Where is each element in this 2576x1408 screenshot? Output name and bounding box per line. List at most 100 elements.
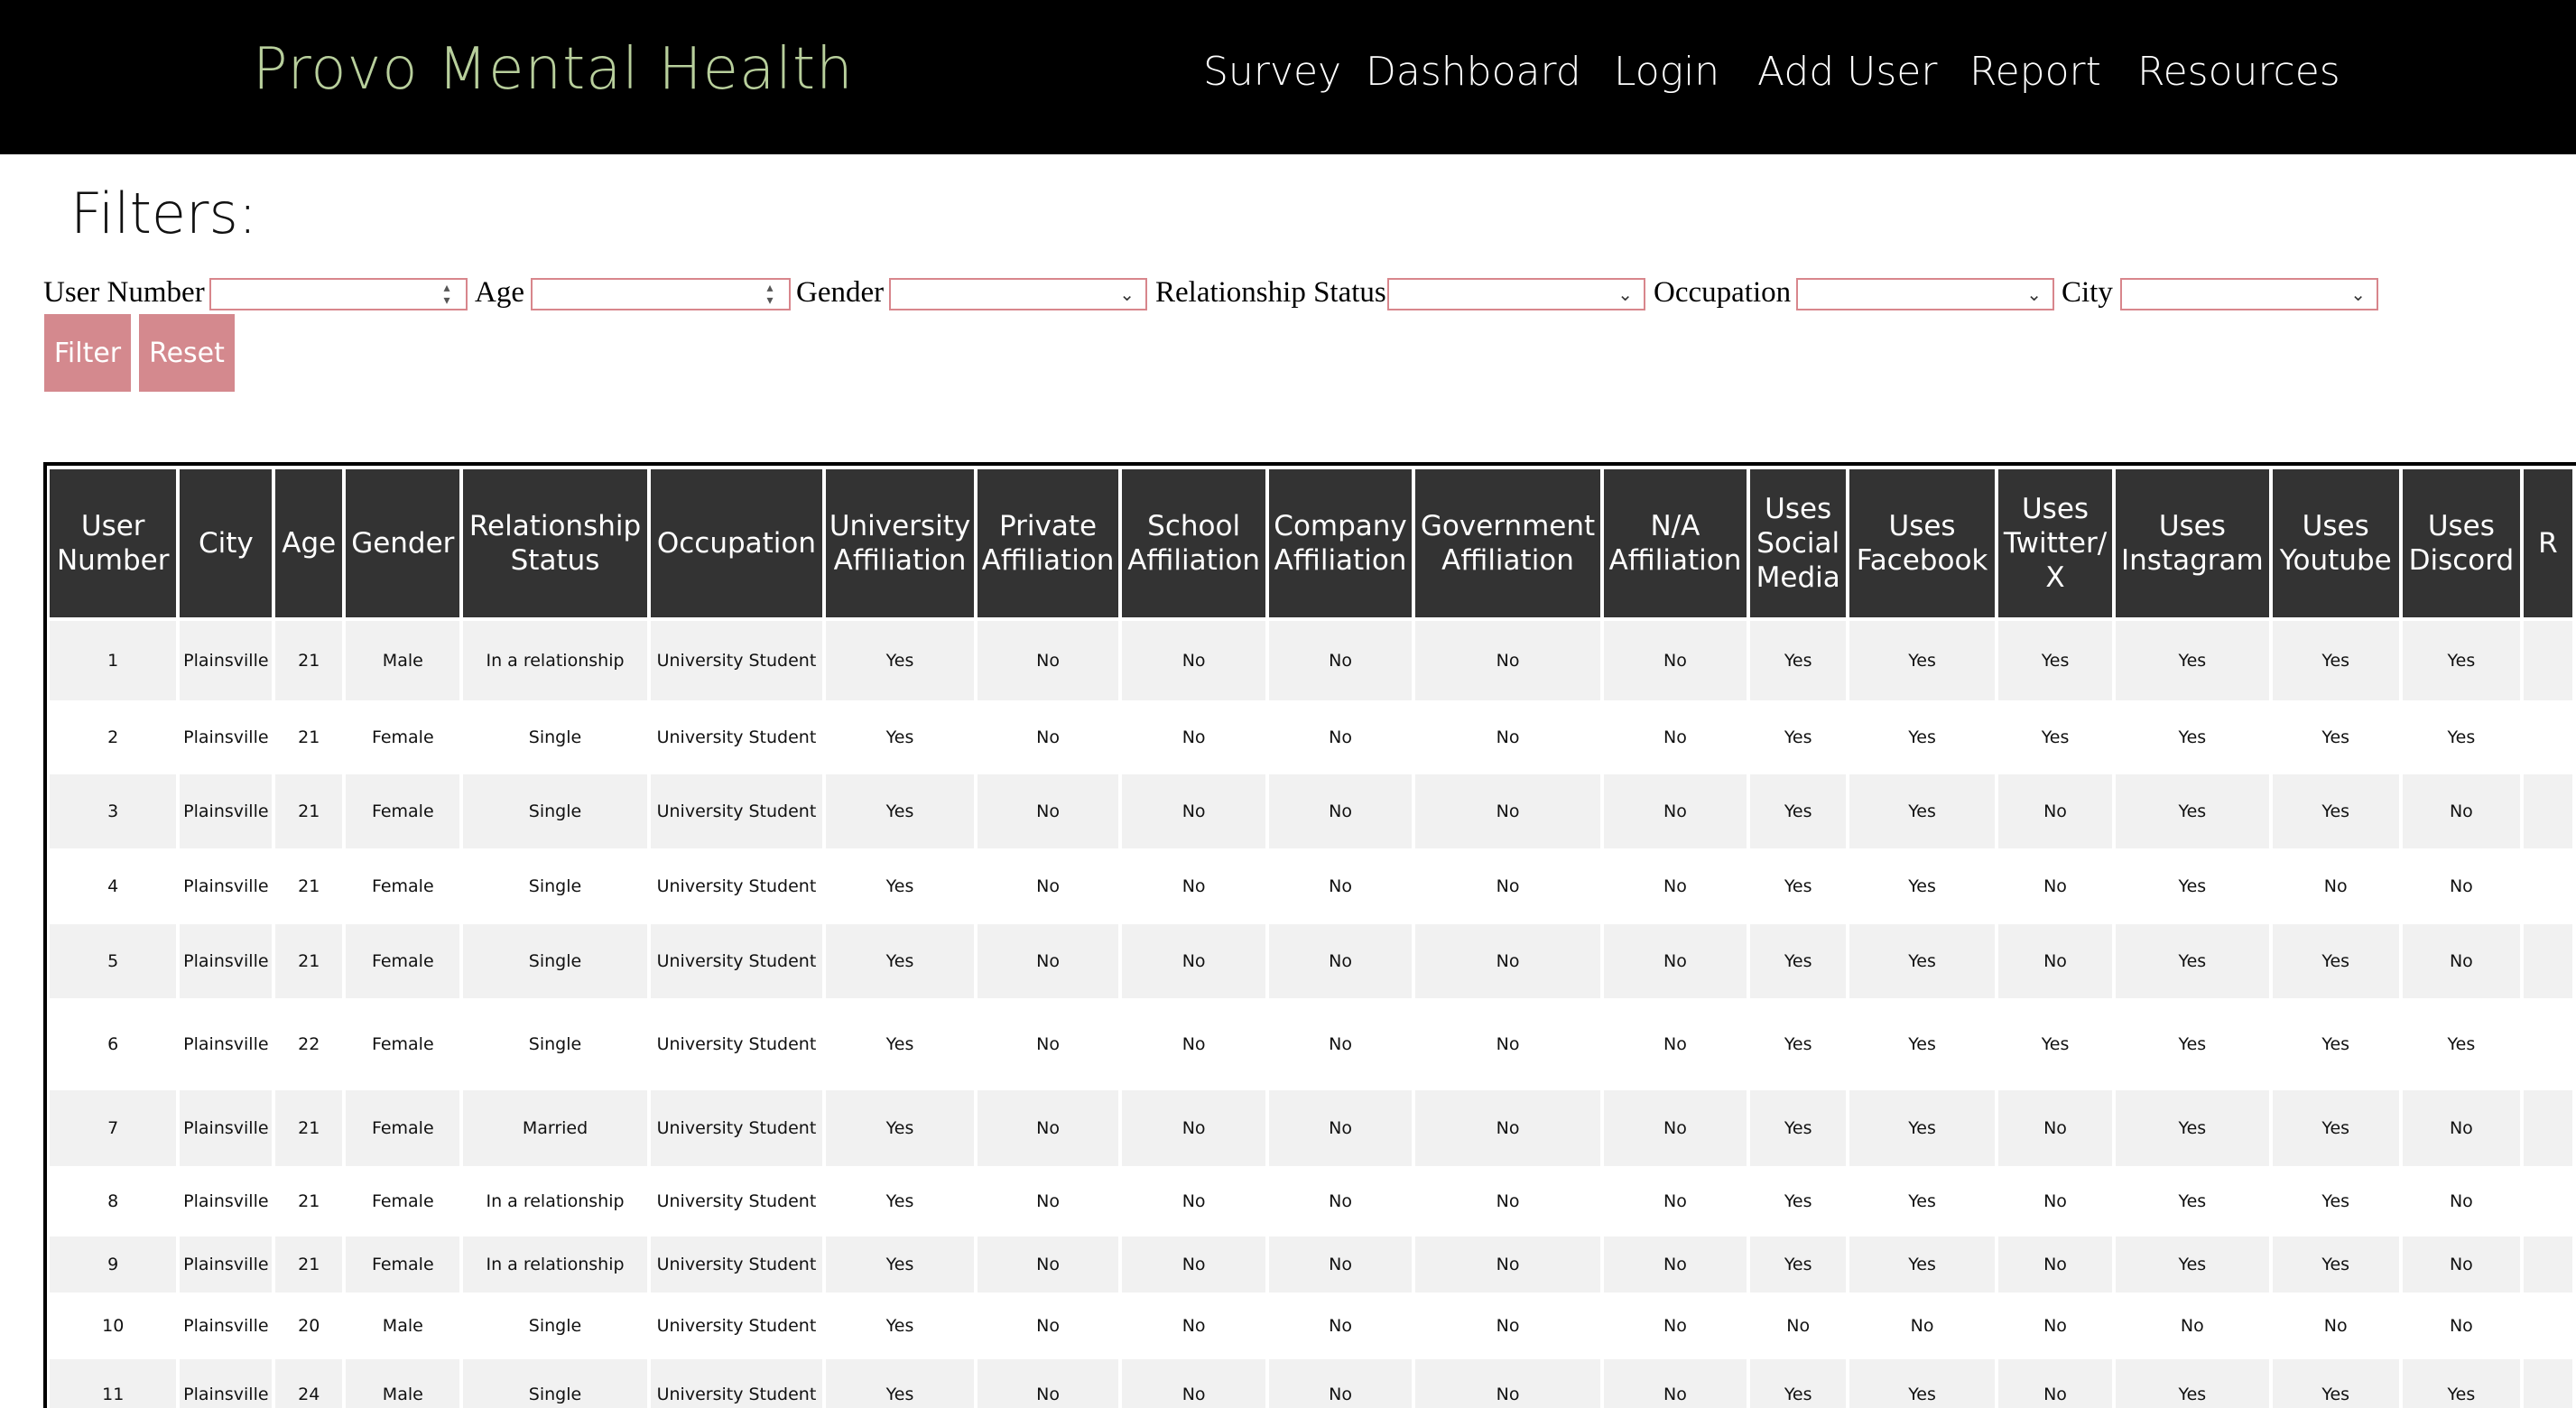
table-cell: Yes	[1750, 704, 1847, 771]
table-row[interactable]: 2 Plainsville 21 Female Single University Stu…	[50, 704, 2572, 771]
table-cell: No	[2402, 924, 2520, 998]
table-cell: Yes	[1849, 774, 1995, 848]
table-cell: Yes	[1849, 1359, 1995, 1408]
table-cell: Yes	[1750, 852, 1847, 921]
table-row[interactable]: 11 Plainsville 24 Male Single University Stud…	[50, 1359, 2572, 1408]
occupation-select[interactable]: ⌄	[1796, 278, 2054, 310]
table-cell: 6	[50, 1002, 177, 1087]
table-cell: No	[977, 1359, 1119, 1408]
relationship-status-label: Relationship Status	[1155, 276, 1386, 309]
nav-resources[interactable]: Resources	[2137, 49, 2340, 95]
table-cell: No	[977, 1237, 1119, 1292]
table-row[interactable]: 1 Plainsville 21 Male In a relationship Unive…	[50, 621, 2572, 700]
table-cell: No	[1997, 1296, 2113, 1356]
table-cell: No	[1122, 1170, 1265, 1233]
table-header-row: User Number City Age Gender Relationship Sta…	[50, 469, 2572, 617]
table-cell: University Student	[650, 1359, 823, 1408]
table-cell: No	[2402, 774, 2520, 848]
table-cell: Yes	[2272, 774, 2399, 848]
table-cell: Yes	[2116, 1359, 2269, 1408]
table-row[interactable]: 7 Plainsville 21 Female Married University St…	[50, 1090, 2572, 1166]
table-cell: Female	[346, 852, 460, 921]
user-number-input[interactable]: ▴ ▾	[209, 278, 468, 310]
column-header: N/A Affiliation	[1603, 469, 1747, 617]
table-cell: Yes	[2116, 1237, 2269, 1292]
column-header: R	[2523, 469, 2572, 617]
column-header: Uses Youtube	[2272, 469, 2399, 617]
nav-report[interactable]: Report	[1969, 49, 2101, 95]
table-cell: Yes	[826, 774, 974, 848]
table-cell: Male	[346, 1296, 460, 1356]
table-cell: No	[2402, 1170, 2520, 1233]
table-cell: No	[1122, 1090, 1265, 1166]
table-cell: Yes	[1849, 704, 1995, 771]
table-cell: No	[1415, 1237, 1600, 1292]
table-cell: 5	[50, 924, 177, 998]
table-cell: Yes	[2272, 1359, 2399, 1408]
gender-select[interactable]: ⌄	[889, 278, 1147, 310]
table-row[interactable]: 8 Plainsville 21 Female In a relationship Uni…	[50, 1170, 2572, 1233]
table-cell: Plainsville	[180, 924, 273, 998]
table-cell: Female	[346, 704, 460, 771]
table-cell: Plainsville	[180, 852, 273, 921]
relationship-status-select[interactable]: ⌄	[1387, 278, 1645, 310]
table-cell: Male	[346, 621, 460, 700]
stepper-icon[interactable]: ▴ ▾	[437, 282, 457, 309]
table-cell: No	[1603, 704, 1747, 771]
table-cell: Female	[346, 924, 460, 998]
nav-add-user[interactable]: Add User	[1757, 49, 1937, 95]
table-cell: Yes	[2272, 1090, 2399, 1166]
table-cell: Plainsville	[180, 1170, 273, 1233]
table-cell: Plainsville	[180, 1359, 273, 1408]
table-row[interactable]: 9 Plainsville 21 Female In a relationship Uni…	[50, 1237, 2572, 1292]
chevron-down-icon: ⌄	[1119, 283, 1135, 305]
reset-button[interactable]: Reset	[139, 314, 235, 392]
table-cell: Yes	[1750, 774, 1847, 848]
table-cell: 7	[50, 1090, 177, 1166]
table-cell: No	[1603, 1296, 1747, 1356]
table-row[interactable]: 6 Plainsville 22 Female Single University Stu…	[50, 1002, 2572, 1087]
table-cell	[2523, 704, 2572, 771]
column-header: University Affiliation	[826, 469, 974, 617]
city-select[interactable]: ⌄	[2120, 278, 2378, 310]
table-cell: No	[1122, 621, 1265, 700]
nav-survey[interactable]: Survey	[1203, 49, 1341, 95]
table-cell: Yes	[2116, 924, 2269, 998]
table-row[interactable]: 4 Plainsville 21 Female Single University Stu…	[50, 852, 2572, 921]
table-cell: 3	[50, 774, 177, 848]
results-table-container[interactable]: User Number City Age Gender Relationship Sta…	[43, 462, 2576, 1408]
stepper-icon[interactable]: ▴ ▾	[760, 282, 780, 309]
table-cell: Yes	[1750, 1359, 1847, 1408]
table-cell: Yes	[826, 621, 974, 700]
table-cell: No	[1603, 924, 1747, 998]
table-cell: Yes	[2272, 924, 2399, 998]
table-row[interactable]: 5 Plainsville 21 Female Single University Stu…	[50, 924, 2572, 998]
table-cell: Plainsville	[180, 1002, 273, 1087]
table-cell: 21	[275, 1170, 343, 1233]
table-cell: No	[1415, 1359, 1600, 1408]
table-cell: No	[1268, 852, 1413, 921]
table-cell: Yes	[826, 1296, 974, 1356]
table-cell: No	[2402, 1296, 2520, 1356]
table-row[interactable]: 3 Plainsville 21 Female Single University Stu…	[50, 774, 2572, 848]
table-cell: No	[1415, 1090, 1600, 1166]
table-cell: University Student	[650, 852, 823, 921]
chevron-down-icon: ⌄	[2350, 283, 2366, 305]
table-cell: Yes	[826, 704, 974, 771]
table-cell	[2523, 1237, 2572, 1292]
table-row[interactable]: 10 Plainsville 20 Male Single University Stud…	[50, 1296, 2572, 1356]
table-cell: Yes	[1750, 1002, 1847, 1087]
nav-login[interactable]: Login	[1614, 49, 1719, 95]
table-cell: Yes	[2272, 704, 2399, 771]
table-cell: No	[1268, 621, 1413, 700]
nav-dashboard[interactable]: Dashboard	[1366, 49, 1581, 95]
table-cell: Yes	[1849, 1237, 1995, 1292]
table-cell: 10	[50, 1296, 177, 1356]
filter-button[interactable]: Filter	[44, 314, 131, 392]
table-cell: No	[1997, 1359, 2113, 1408]
table-cell: Yes	[826, 1002, 974, 1087]
column-header: Age	[275, 469, 343, 617]
city-label: City	[2062, 276, 2113, 309]
table-cell: No	[1122, 774, 1265, 848]
age-input[interactable]: ▴ ▾	[531, 278, 791, 310]
